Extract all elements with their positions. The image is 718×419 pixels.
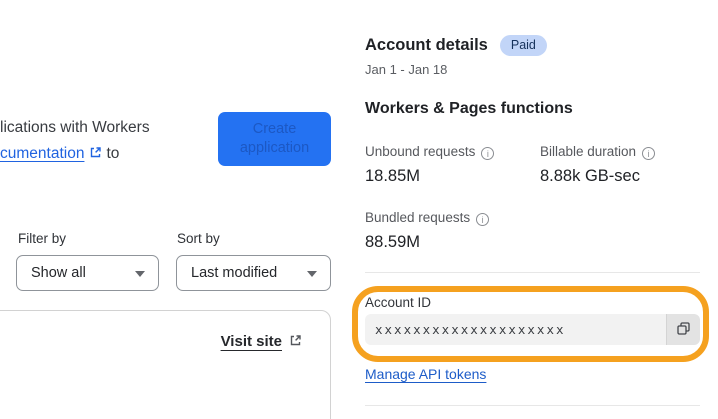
info-icon[interactable] [481,147,495,160]
intro-line2-suffix: to [106,145,120,162]
project-card: Visit site [0,310,331,419]
workers-pages-dashboard: lications with Workers cumentation to Cre… [0,0,718,419]
intro-text: lications with Workers cumentation to [0,115,150,168]
external-link-icon [89,142,102,168]
chevron-down-icon [307,271,317,277]
filter-dropdown[interactable]: Show all [16,255,159,291]
stat-value: 8.88k GB-sec [540,167,640,185]
intro-line2: cumentation to [0,141,150,168]
stat-label: Bundled requests [365,210,490,226]
paid-badge: Paid [499,35,547,56]
stat-label: Billable duration [540,144,656,160]
divider [365,272,700,273]
external-link-icon [289,334,302,351]
account-details-title: Account details [365,36,488,54]
stat-billable-duration: Billable duration 8.88k GB-sec [540,144,656,186]
info-icon[interactable] [476,213,490,226]
account-id-label: Account ID [365,295,432,310]
filter-dropdown-value: Show all [31,265,86,281]
account-details-panel: Account details Paid Jan 1 - Jan 18 Work… [365,0,700,419]
account-id-row [365,314,700,345]
stat-label: Unbound requests [365,144,495,160]
divider [365,405,700,406]
create-application-label-line2: application [239,140,310,156]
stat-unbound-requests: Unbound requests 18.85M [365,144,495,186]
manage-api-tokens-link[interactable]: Manage API tokens [365,366,486,382]
account-id-input[interactable] [365,314,666,345]
create-application-button[interactable]: Create application [218,112,331,166]
sort-by-label: Sort by [177,231,220,246]
visit-site-label: Visit site [220,333,282,350]
stat-value: 88.59M [365,233,421,251]
account-details-header: Account details Paid [365,35,547,56]
create-application-label-line1: Create [252,121,297,137]
chevron-down-icon [135,271,145,277]
stat-value: 18.85M [365,167,421,185]
date-range: Jan 1 - Jan 18 [365,62,448,77]
sort-dropdown[interactable]: Last modified [176,255,331,291]
filter-by-label: Filter by [18,231,67,246]
stat-bundled-requests: Bundled requests 88.59M [365,210,490,252]
copy-button[interactable] [666,314,700,345]
functions-title: Workers & Pages functions [365,100,573,117]
sort-dropdown-value: Last modified [191,265,278,281]
documentation-link[interactable]: cumentation [0,145,84,162]
copy-icon [676,321,691,339]
visit-site-link[interactable]: Visit site [221,333,306,351]
intro-line1: lications with Workers [0,119,150,136]
info-icon[interactable] [642,147,656,160]
